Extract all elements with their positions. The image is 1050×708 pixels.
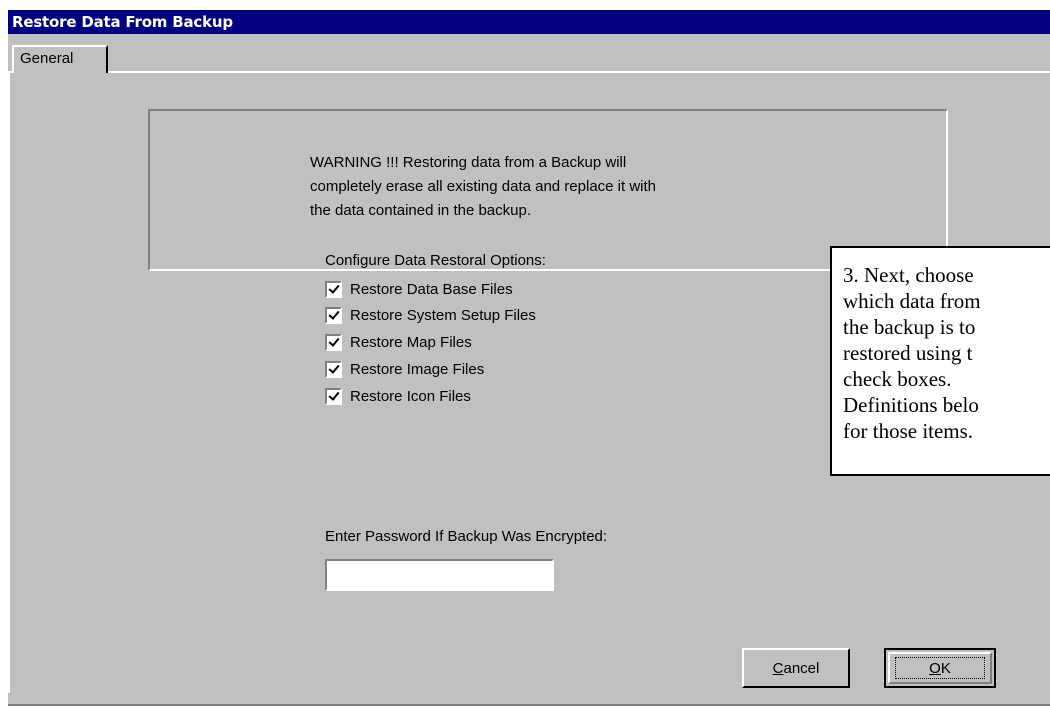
callout-line: which data from — [843, 289, 981, 313]
option-label: Restore Data Base Files — [350, 280, 513, 298]
warning-message: WARNING !!! Restoring data from a Backup… — [310, 151, 770, 223]
checkbox-checked-icon[interactable] — [325, 387, 342, 405]
option-restore-system-setup-files[interactable]: Restore System Setup Files — [325, 305, 536, 325]
callout-line: 3. Next, choose — [843, 263, 974, 287]
checkbox-checked-icon[interactable] — [325, 333, 342, 351]
focus-rectangle — [895, 657, 985, 679]
option-label: Restore Image Files — [350, 360, 485, 378]
callout-line: the backup is to — [843, 315, 976, 339]
footer-separator — [8, 704, 1050, 708]
option-restore-map-files[interactable]: Restore Map Files — [325, 332, 472, 352]
checkbox-checked-icon[interactable] — [325, 360, 342, 378]
option-label: Restore Map Files — [350, 333, 472, 351]
option-restore-image-files[interactable]: Restore Image Files — [325, 359, 484, 379]
warning-line: completely erase all existing data and r… — [310, 178, 657, 195]
cancel-button-label: Cancel — [772, 659, 820, 677]
dialog-title: Restore Data From Backup — [8, 10, 1050, 34]
option-restore-icon-files[interactable]: Restore Icon Files — [325, 386, 471, 406]
checkbox-checked-icon[interactable] — [325, 306, 342, 324]
warning-line: the data contained in the backup. — [310, 202, 532, 219]
option-label: Restore System Setup Files — [350, 306, 536, 324]
option-restore-database-files[interactable]: Restore Data Base Files — [325, 279, 513, 299]
ok-button[interactable]: OK — [884, 648, 996, 688]
callout-line: Definitions belo — [843, 393, 979, 417]
warning-line: WARNING !!! Restoring data from a Backup… — [310, 154, 627, 171]
option-label: Restore Icon Files — [350, 387, 471, 405]
tab-general[interactable]: General — [12, 45, 108, 73]
callout-line: restored using t — [843, 341, 973, 365]
callout-line: for those items. — [843, 419, 974, 443]
callout-line: check boxes. — [843, 367, 952, 391]
restore-dialog: Restore Data From Backup General WARNING… — [8, 10, 1050, 708]
password-label: Enter Password If Backup Was Encrypted: — [325, 528, 608, 545]
checkbox-checked-icon[interactable] — [325, 280, 342, 298]
cancel-button[interactable]: Cancel — [742, 648, 850, 688]
password-input[interactable] — [325, 559, 554, 591]
restoral-options-heading: Configure Data Restoral Options: — [325, 252, 546, 269]
instruction-callout: 3. Next, choose which data from the back… — [830, 246, 1050, 476]
